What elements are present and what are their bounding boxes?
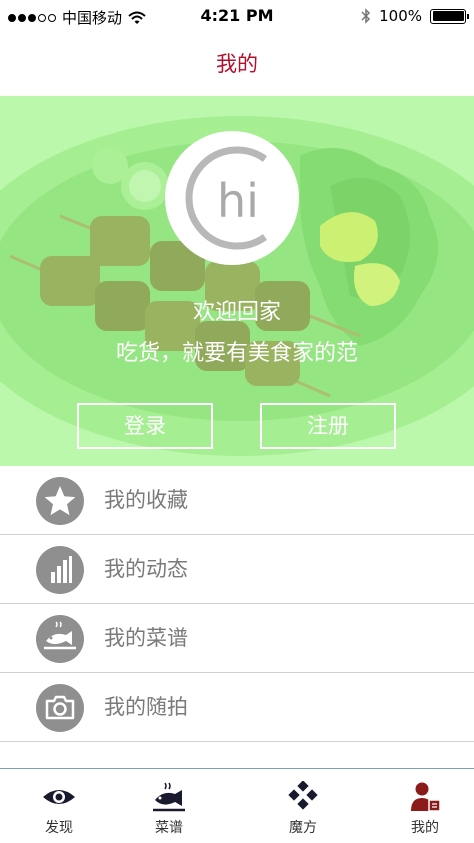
tab-label: 魔方 — [289, 820, 317, 836]
chi-logo-icon: hi — [185, 146, 268, 250]
fish-dish-icon — [36, 615, 84, 663]
tab-label: 发现 — [45, 820, 73, 836]
bar-chart-icon — [36, 546, 84, 594]
user-icon — [411, 782, 441, 812]
camera-icon — [36, 684, 84, 732]
menu-item-activity[interactable]: 我的动态 — [0, 535, 474, 604]
diamond-cube-icon — [288, 781, 318, 810]
tab-magic-cube[interactable]: 魔方 — [244, 769, 362, 843]
status-bar: 中国移动 4:21 PM 100% — [0, 0, 474, 32]
register-button[interactable]: 注册 — [260, 403, 396, 449]
tab-discover[interactable]: 发现 — [0, 769, 118, 843]
menu-label: 我的收藏 — [104, 488, 188, 512]
welcome-text: 欢迎回家 — [192, 300, 281, 325]
menu-label: 我的动态 — [104, 557, 188, 581]
bluetooth-icon — [361, 8, 371, 24]
menu-item-favorites[interactable]: 我的收藏 — [0, 466, 474, 535]
slogan-text: 吃货，就要有美食家的范 — [115, 341, 358, 366]
menu-label: 我的随拍 — [104, 695, 188, 719]
tab-recipes[interactable]: 菜谱 — [110, 769, 228, 843]
menu-item-snapshots[interactable]: 我的随拍 — [0, 673, 474, 742]
menu-label: 我的菜谱 — [104, 626, 188, 650]
tab-mine[interactable]: 我的 — [366, 769, 474, 843]
hero-banner: hi 欢迎回家 吃货，就要有美食家的范 登录 注册 — [0, 96, 474, 466]
tab-label: 我的 — [411, 820, 439, 836]
profile-menu: 我的收藏 我的动态 我的菜谱 我的随拍 — [0, 466, 474, 742]
navigation-bar: 我的 — [0, 32, 474, 96]
eye-icon — [43, 790, 75, 804]
avatar[interactable]: hi — [165, 131, 299, 265]
battery-icon — [430, 8, 469, 24]
status-right: 100% — [361, 7, 469, 25]
star-icon — [36, 477, 84, 525]
battery-percent: 100% — [379, 7, 422, 25]
fish-dish-icon — [153, 782, 185, 812]
tab-bar: 发现 菜谱 魔方 我的 — [0, 768, 474, 842]
login-button[interactable]: 登录 — [77, 403, 213, 449]
menu-item-recipes[interactable]: 我的菜谱 — [0, 604, 474, 673]
tab-label: 菜谱 — [155, 820, 183, 836]
page-title: 我的 — [216, 52, 258, 76]
avatar-text: hi — [217, 174, 259, 228]
